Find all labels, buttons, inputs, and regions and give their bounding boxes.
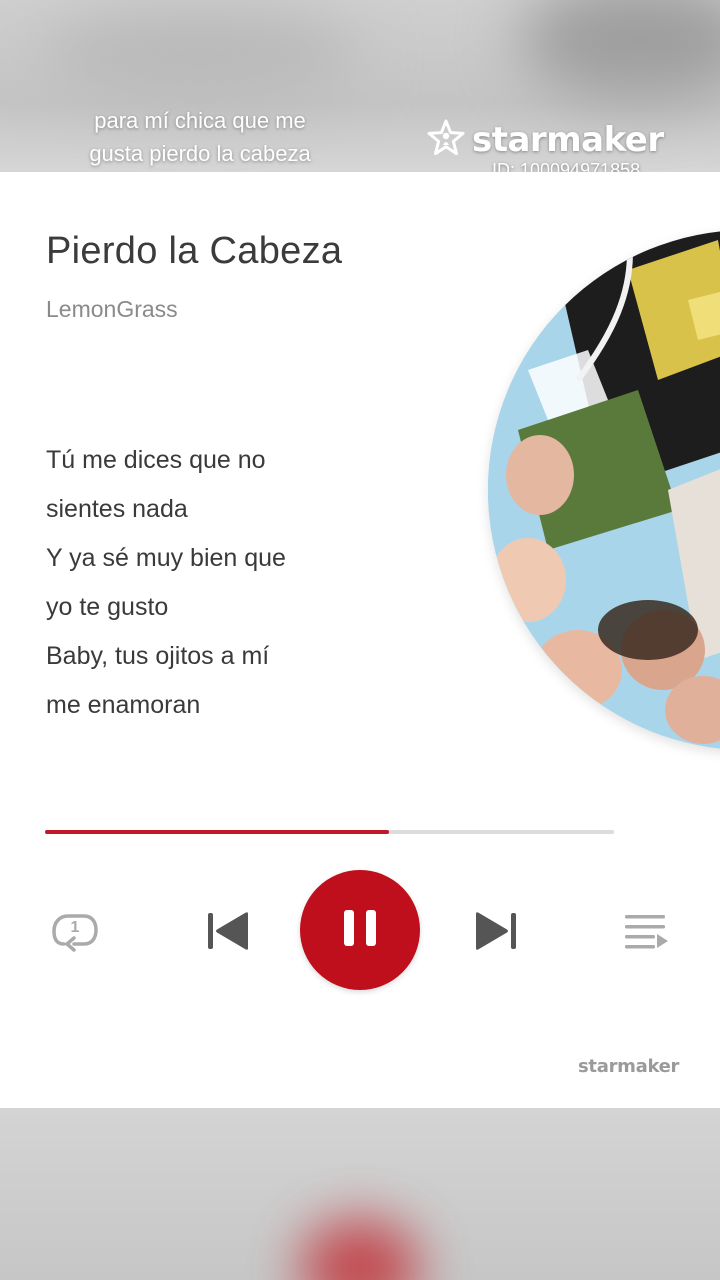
starmaker-brand-text: starmaker [472, 120, 664, 160]
album-art-image [488, 230, 720, 750]
skip-previous-icon [206, 911, 250, 951]
lyric-line: sientes nada [46, 495, 188, 523]
playlist-icon [623, 911, 669, 951]
song-title: Pierdo la Cabeza [46, 230, 343, 272]
caption-line-1: para mí chica que me [94, 108, 306, 133]
lyric-line: yo te gusto [46, 593, 169, 621]
playlist-button[interactable] [620, 908, 672, 954]
lyric-line: Tú me dices que no [46, 446, 266, 474]
pause-button[interactable] [300, 870, 420, 990]
lyric-line: Y ya sé muy bien que [46, 544, 286, 572]
lyric-line: Baby, tus ojitos a mí [46, 642, 270, 670]
starmaker-logo: starmaker [426, 118, 664, 162]
lyrics-panel: Tú me dices que no sientes nada Y ya sé … [46, 436, 366, 730]
repeat-count: 1 [70, 919, 80, 936]
artist-name: LemonGrass [46, 296, 178, 322]
progress-fill [45, 830, 390, 834]
repeat-one-icon: 1 [50, 908, 100, 954]
previous-button[interactable] [202, 908, 254, 954]
skip-next-icon [474, 911, 518, 951]
progress-bar[interactable] [45, 830, 614, 834]
repeat-one-button[interactable]: 1 [48, 906, 102, 956]
pause-icon [342, 908, 378, 953]
next-button[interactable] [470, 908, 522, 954]
lyric-line: me enamoran [46, 691, 201, 719]
album-art-disc [488, 230, 720, 750]
star-logo-icon [426, 118, 466, 163]
video-caption: para mí chica que me gusta pierdo la cab… [60, 104, 340, 170]
starmaker-watermark: starmaker [578, 1056, 680, 1077]
caption-line-2: gusta pierdo la cabeza [89, 141, 311, 166]
player-card: Pierdo la Cabeza LemonGrass Tú me dices … [0, 172, 720, 1108]
